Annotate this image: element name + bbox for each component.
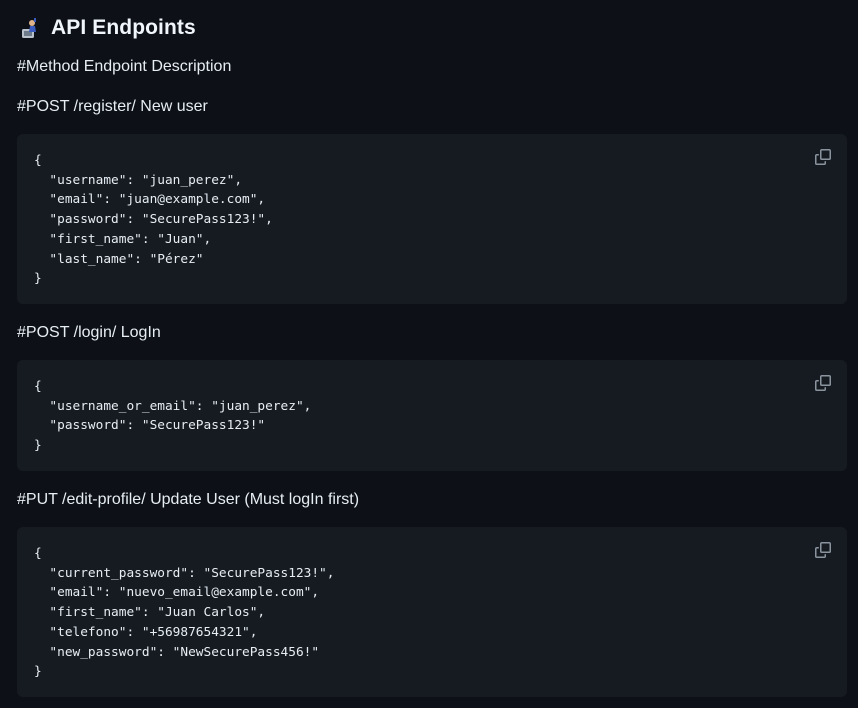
- code-block-login: { "username_or_email": "juan_perez", "pa…: [17, 360, 847, 471]
- code-line: }: [34, 438, 42, 454]
- code-line: "email": "juan@example.com",: [34, 192, 266, 208]
- page-title: API Endpoints: [51, 16, 196, 39]
- code-line: {: [34, 379, 42, 394]
- code-line: "first_name": "Juan Carlos",: [34, 605, 266, 621]
- code-line: "first_name": "Juan",: [34, 231, 212, 247]
- code-line: "last_name": "Pérez": [34, 251, 204, 267]
- code-line: }: [34, 664, 42, 680]
- code-line: "password": "SecurePass123!": [34, 418, 266, 434]
- code-content: { "username_or_email": "juan_perez", "pa…: [34, 377, 311, 456]
- table-header-text: #Method Endpoint Description: [17, 58, 232, 75]
- copy-icon[interactable]: [815, 542, 831, 558]
- code-line: "new_password": "NewSecurePass456!": [34, 644, 320, 660]
- endpoint-label-login: #POST /login/ LogIn: [17, 324, 161, 341]
- endpoint-label-register: #POST /register/ New user: [17, 98, 208, 115]
- code-block-edit-profile: { "current_password": "SecurePass123!", …: [17, 527, 847, 697]
- code-block-register: { "username": "juan_perez", "email": "ju…: [17, 134, 847, 304]
- code-line: "username_or_email": "juan_perez",: [34, 398, 312, 414]
- code-line: "email": "nuevo_email@example.com",: [34, 585, 320, 601]
- code-line: }: [34, 271, 42, 287]
- section-heading: API Endpoints: [19, 13, 196, 43]
- copy-icon[interactable]: [815, 375, 831, 391]
- code-line: "telefono": "+56987654321",: [34, 624, 258, 640]
- copy-icon[interactable]: [815, 149, 831, 165]
- code-line: "current_password": "SecurePass123!",: [34, 565, 335, 581]
- endpoint-label-edit-profile: #PUT /edit-profile/ Update User (Must lo…: [17, 491, 360, 508]
- code-content: { "username": "juan_perez", "email": "ju…: [34, 151, 273, 289]
- code-line: {: [34, 153, 42, 168]
- computer-user-emoji-icon: [22, 18, 36, 38]
- code-line: {: [34, 546, 42, 561]
- code-line: "username": "juan_perez",: [34, 172, 243, 188]
- code-content: { "current_password": "SecurePass123!", …: [34, 544, 334, 682]
- code-line: "password": "SecurePass123!",: [34, 212, 273, 228]
